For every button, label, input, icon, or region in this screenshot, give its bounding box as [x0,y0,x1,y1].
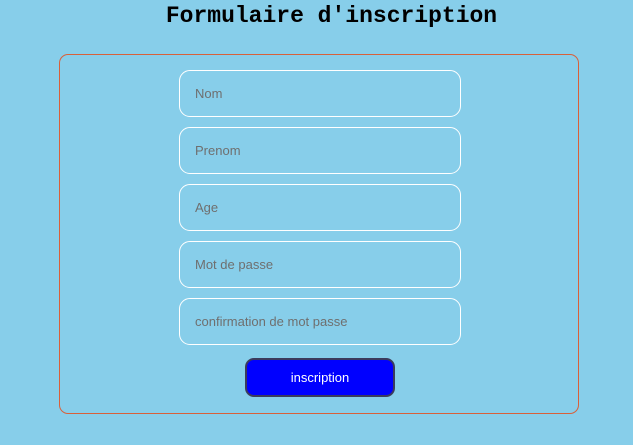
prenom-input[interactable] [179,127,461,174]
page-title: Formulaire d'inscription [165,3,498,29]
age-input[interactable] [179,184,461,231]
password-confirmation-input[interactable] [179,298,461,345]
nom-input[interactable] [179,70,461,117]
password-input[interactable] [179,241,461,288]
inscription-button[interactable]: inscription [245,358,395,397]
